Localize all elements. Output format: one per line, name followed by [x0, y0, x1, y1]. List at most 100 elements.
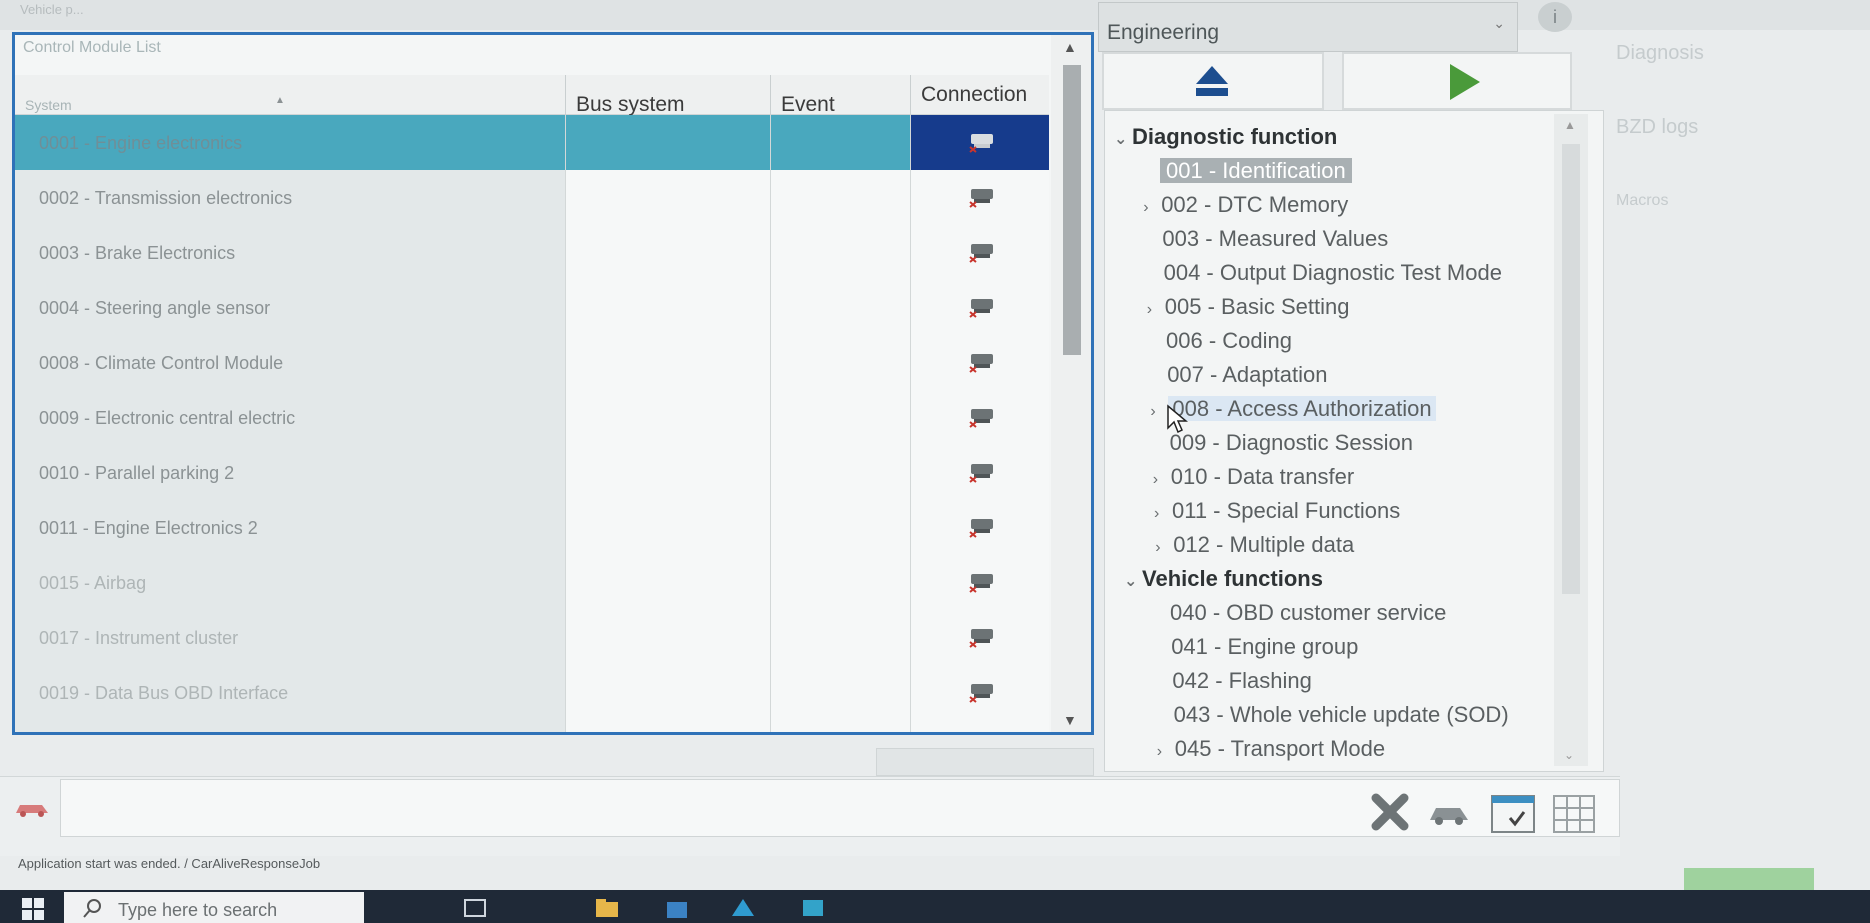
chevron-right-icon: ›: [1155, 539, 1161, 556]
tree-item[interactable]: 041 - Engine group: [1153, 634, 1358, 660]
scrollbar-thumb[interactable]: [1562, 144, 1580, 594]
bus-system-cell: [565, 170, 770, 225]
scrollbar-thumb[interactable]: [1063, 65, 1081, 355]
connection-cell: [910, 115, 1049, 170]
bus-system-cell: [565, 555, 770, 610]
connection-status-icon: [969, 354, 993, 373]
tree-item[interactable]: 004 - Output Diagnostic Test Mode: [1146, 260, 1502, 286]
tree-group-label: Diagnostic function: [1132, 124, 1338, 149]
app-icon-2[interactable]: [800, 896, 826, 920]
status-message: Application start was ended. / CarAliveR…: [18, 856, 321, 871]
tree-item[interactable]: 001 - Identification: [1142, 158, 1352, 184]
info-icon[interactable]: i: [1538, 2, 1572, 32]
table-row[interactable]: 0008 - Climate Control Module: [15, 335, 1049, 390]
tree-item[interactable]: 009 - Diagnostic Session: [1152, 430, 1413, 456]
table-row[interactable]: 0009 - Electronic central electric: [15, 390, 1049, 445]
mouse-cursor-icon: [1167, 404, 1188, 434]
eject-button[interactable]: [1102, 52, 1324, 110]
eject-icon: [1196, 66, 1228, 96]
start-button[interactable]: [1342, 52, 1572, 110]
checklist-icon[interactable]: [1490, 792, 1536, 834]
tree-item[interactable]: › 011 - Special Functions: [1154, 498, 1400, 524]
bus-system-cell: [565, 720, 770, 732]
scroll-up-icon[interactable]: ▲: [1063, 39, 1077, 55]
chevron-down-icon: ⌄: [1124, 573, 1138, 590]
event-cell: [770, 665, 910, 720]
cancel-icon[interactable]: [1370, 792, 1410, 832]
event-cell: [770, 390, 910, 445]
taskbar-search[interactable]: Type here to search: [64, 892, 364, 923]
connection-status-icon: [969, 244, 993, 263]
tree-item[interactable]: 042 - Flashing: [1154, 668, 1311, 694]
file-explorer-icon[interactable]: [594, 896, 620, 920]
module-list-scrollbar[interactable]: ▲ ▼: [1051, 35, 1091, 732]
table-row[interactable]: 0025 - Anti-Theft...: [15, 720, 1049, 732]
table-row[interactable]: 0017 - Instrument cluster: [15, 610, 1049, 665]
connection-cell: [910, 445, 1049, 500]
sort-ascending-icon: ▲: [275, 95, 285, 106]
tree-item[interactable]: › 002 - DTC Memory: [1143, 192, 1348, 218]
connection-status-icon: [969, 464, 993, 483]
task-view-icon[interactable]: [462, 896, 488, 920]
vehicle-icon[interactable]: [1426, 800, 1472, 828]
horizontal-scrollbar[interactable]: [876, 748, 1094, 776]
table-row[interactable]: 0010 - Parallel parking 2: [15, 445, 1049, 500]
tree-item[interactable]: › 010 - Data transfer: [1153, 464, 1354, 490]
window-title-fragment: Vehicle p...: [20, 2, 84, 17]
side-nav-diagnosis[interactable]: Diagnosis: [1616, 42, 1704, 65]
play-icon: [1450, 64, 1480, 100]
connection-status-icon: [969, 574, 993, 593]
connection-status-icon: [969, 629, 993, 648]
grid-icon[interactable]: [1552, 792, 1596, 834]
tree-item[interactable]: › 045 - Transport Mode: [1157, 736, 1385, 762]
windows-start-icon[interactable]: [22, 898, 44, 920]
connection-status-icon: [969, 134, 993, 153]
table-row[interactable]: 0004 - Steering angle sensor: [15, 280, 1049, 335]
event-cell: [770, 225, 910, 280]
app-icon[interactable]: [730, 896, 756, 920]
event-cell: [770, 170, 910, 225]
event-cell: [770, 610, 910, 665]
scroll-down-icon[interactable]: ▼: [1063, 712, 1077, 728]
column-header-event[interactable]: Event: [770, 75, 910, 116]
tree-item[interactable]: 003 - Measured Values: [1144, 226, 1388, 252]
chevron-down-icon: ⌄: [1493, 15, 1505, 31]
chevron-right-icon: ›: [1154, 505, 1160, 522]
tree-group-label: Vehicle functions: [1142, 566, 1323, 591]
tree-item-label: 041 - Engine group: [1171, 634, 1359, 659]
function-tree-scrollbar[interactable]: ▲ ⌄: [1554, 114, 1588, 766]
system-cell: 0002 - Transmission electronics: [15, 170, 565, 225]
bus-system-cell: [565, 390, 770, 445]
scroll-down-icon[interactable]: ⌄: [1564, 748, 1574, 762]
taskbar: Type here to search: [0, 890, 1870, 923]
column-header-connection[interactable]: Connection: [910, 75, 1049, 115]
table-row[interactable]: 0002 - Transmission electronics: [15, 170, 1049, 225]
table-row[interactable]: 0019 - Data Bus OBD Interface: [15, 665, 1049, 720]
side-nav-macros[interactable]: Macros: [1616, 192, 1668, 210]
scroll-up-icon[interactable]: ▲: [1564, 118, 1576, 132]
tree-item[interactable]: 040 - OBD customer service: [1152, 600, 1446, 626]
module-rows: 0001 - Engine electronics 0002 - Transmis…: [15, 115, 1049, 732]
store-icon[interactable]: [664, 896, 690, 920]
column-header-system[interactable]: System: [15, 75, 565, 115]
table-row[interactable]: 0003 - Brake Electronics: [15, 225, 1049, 280]
system-cell: 0019 - Data Bus OBD Interface: [15, 665, 565, 720]
tree-item[interactable]: 007 - Adaptation: [1149, 362, 1327, 388]
table-row[interactable]: 0001 - Engine electronics: [15, 115, 1049, 170]
tree-group[interactable]: ⌄ Diagnostic function: [1114, 124, 1337, 150]
table-row[interactable]: 0015 - Airbag: [15, 555, 1049, 610]
tree-item[interactable]: › 012 - Multiple data: [1155, 532, 1354, 558]
mode-select-value: Engineering: [1107, 21, 1220, 44]
chevron-right-icon: ›: [1143, 199, 1149, 216]
tree-item[interactable]: 043 - Whole vehicle update (SOD): [1156, 702, 1509, 728]
tree-item[interactable]: 006 - Coding: [1148, 328, 1292, 354]
tree-item[interactable]: › 008 - Access Authorization: [1150, 396, 1436, 422]
table-row[interactable]: 0011 - Engine Electronics 2: [15, 500, 1049, 555]
system-cell: 0017 - Instrument cluster: [15, 610, 565, 665]
tree-item[interactable]: › 005 - Basic Setting: [1147, 294, 1350, 320]
chevron-down-icon: ⌄: [1114, 131, 1128, 148]
tree-group[interactable]: ⌄ Vehicle functions: [1124, 566, 1323, 592]
column-header-bus-system[interactable]: Bus system: [565, 75, 770, 116]
mode-select[interactable]: Engineering ⌄: [1098, 2, 1518, 52]
side-nav-bzd-logs[interactable]: BZD logs: [1616, 116, 1698, 139]
